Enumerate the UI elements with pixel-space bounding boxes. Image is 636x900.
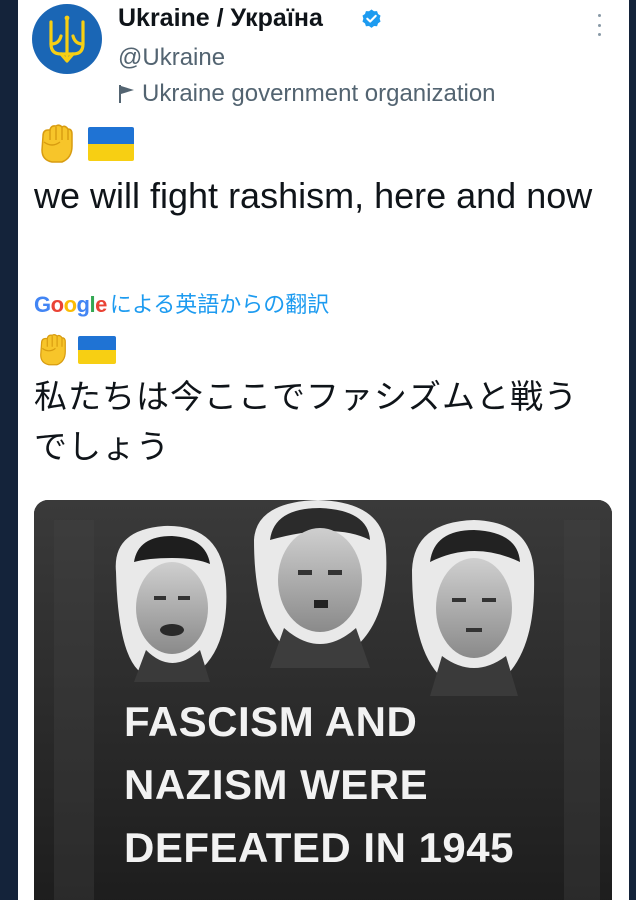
- ukraine-trident-icon: [49, 15, 85, 63]
- google-logo-letter: e: [95, 292, 107, 317]
- image-caption: FASCISM AND NAZISM WERE DEFEATED IN 1945: [124, 690, 514, 879]
- translation-label[interactable]: による英語からの翻訳: [110, 287, 329, 319]
- account-label: Ukraine government organization: [118, 80, 496, 108]
- google-logo-letter: g: [76, 292, 90, 317]
- account-label-text: Ukraine government organization: [142, 80, 496, 107]
- raised-fist-emoji: [40, 334, 66, 366]
- tweet-card: Ukraine / Україна @Ukraine Ukraine gover…: [18, 0, 629, 900]
- google-logo: Google: [34, 292, 107, 318]
- ukraine-flag-emoji: [88, 127, 134, 161]
- user-handle[interactable]: @Ukraine: [118, 44, 225, 72]
- profile-avatar[interactable]: [32, 4, 102, 74]
- more-options-icon[interactable]: [592, 12, 606, 38]
- verified-badge-icon: [362, 9, 381, 28]
- ukraine-flag-emoji: [78, 336, 116, 364]
- google-logo-letter: G: [34, 292, 51, 317]
- display-name[interactable]: Ukraine / Україна: [118, 4, 323, 33]
- caption-line: FASCISM AND: [124, 698, 418, 745]
- translated-emoji-row: [34, 332, 116, 368]
- caption-line: NAZISM WERE: [124, 761, 429, 808]
- flag-icon: [119, 85, 134, 103]
- google-logo-letter: o: [50, 292, 64, 317]
- google-logo-letter: o: [63, 292, 77, 317]
- tweet-text: we will fight rashism, here and now: [34, 175, 593, 216]
- emoji-row: [34, 122, 134, 166]
- translation-attribution[interactable]: Google による英語からの翻訳: [34, 287, 329, 319]
- media-image[interactable]: FASCISM AND NAZISM WERE DEFEATED IN 1945: [34, 500, 612, 900]
- caption-line: DEFEATED IN 1945: [124, 824, 514, 871]
- translated-text: 私たちは今ここでファシズムと戦うでしょう: [34, 377, 578, 466]
- raised-fist-emoji: [41, 124, 73, 163]
